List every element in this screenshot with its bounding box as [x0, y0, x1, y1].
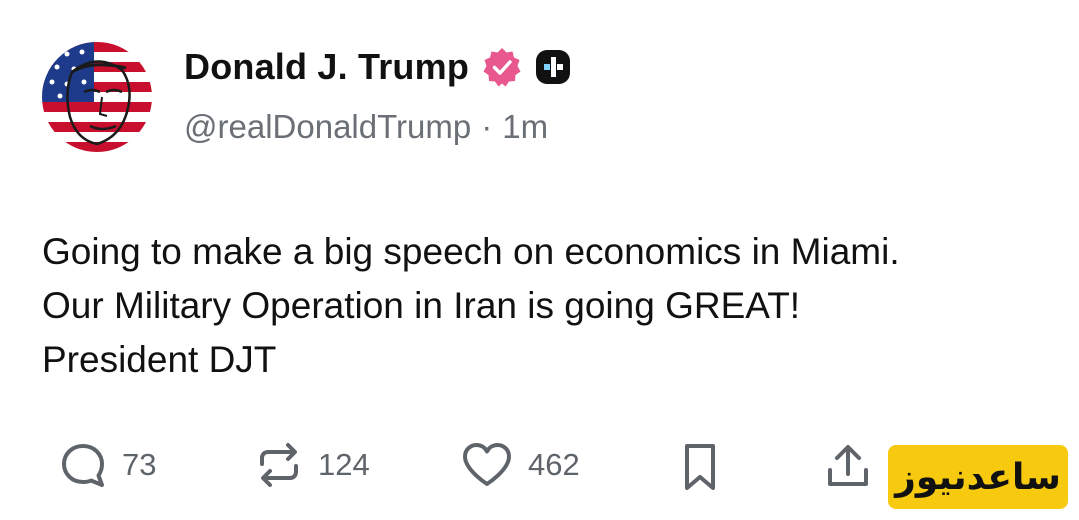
share-button[interactable]	[822, 440, 874, 494]
reply-icon	[62, 444, 104, 487]
post-timestamp[interactable]: 1m	[502, 108, 548, 146]
post-body-text: Going to make a big speech on economics …	[42, 231, 900, 380]
verified-badge-icon	[483, 48, 521, 87]
reply-count: 73	[122, 447, 157, 482]
bookmark-button[interactable]	[678, 440, 722, 494]
author-handle[interactable]: @realDonaldTrump	[184, 108, 471, 146]
author-display-name[interactable]: Donald J. Trump	[184, 46, 469, 88]
flag-portrait-avatar-icon	[42, 42, 152, 152]
heart-icon	[463, 443, 511, 486]
watermark-logo: ساعدنیوز	[888, 445, 1068, 509]
bookmark-icon	[685, 444, 715, 490]
share-icon	[828, 445, 868, 486]
repost-icon	[260, 443, 298, 487]
repost-count: 124	[318, 447, 370, 482]
plus-subscription-icon	[536, 50, 571, 84]
avatar[interactable]	[42, 42, 152, 152]
like-button[interactable]: 462	[460, 440, 580, 490]
reply-button[interactable]: 73	[58, 440, 156, 490]
author-name-row: Donald J. Trump	[184, 44, 571, 90]
repost-button[interactable]: 124	[254, 440, 370, 490]
like-count: 462	[528, 447, 580, 482]
author-handle-row: @realDonaldTrump · 1m	[184, 108, 548, 146]
meta-separator: ·	[481, 108, 493, 145]
